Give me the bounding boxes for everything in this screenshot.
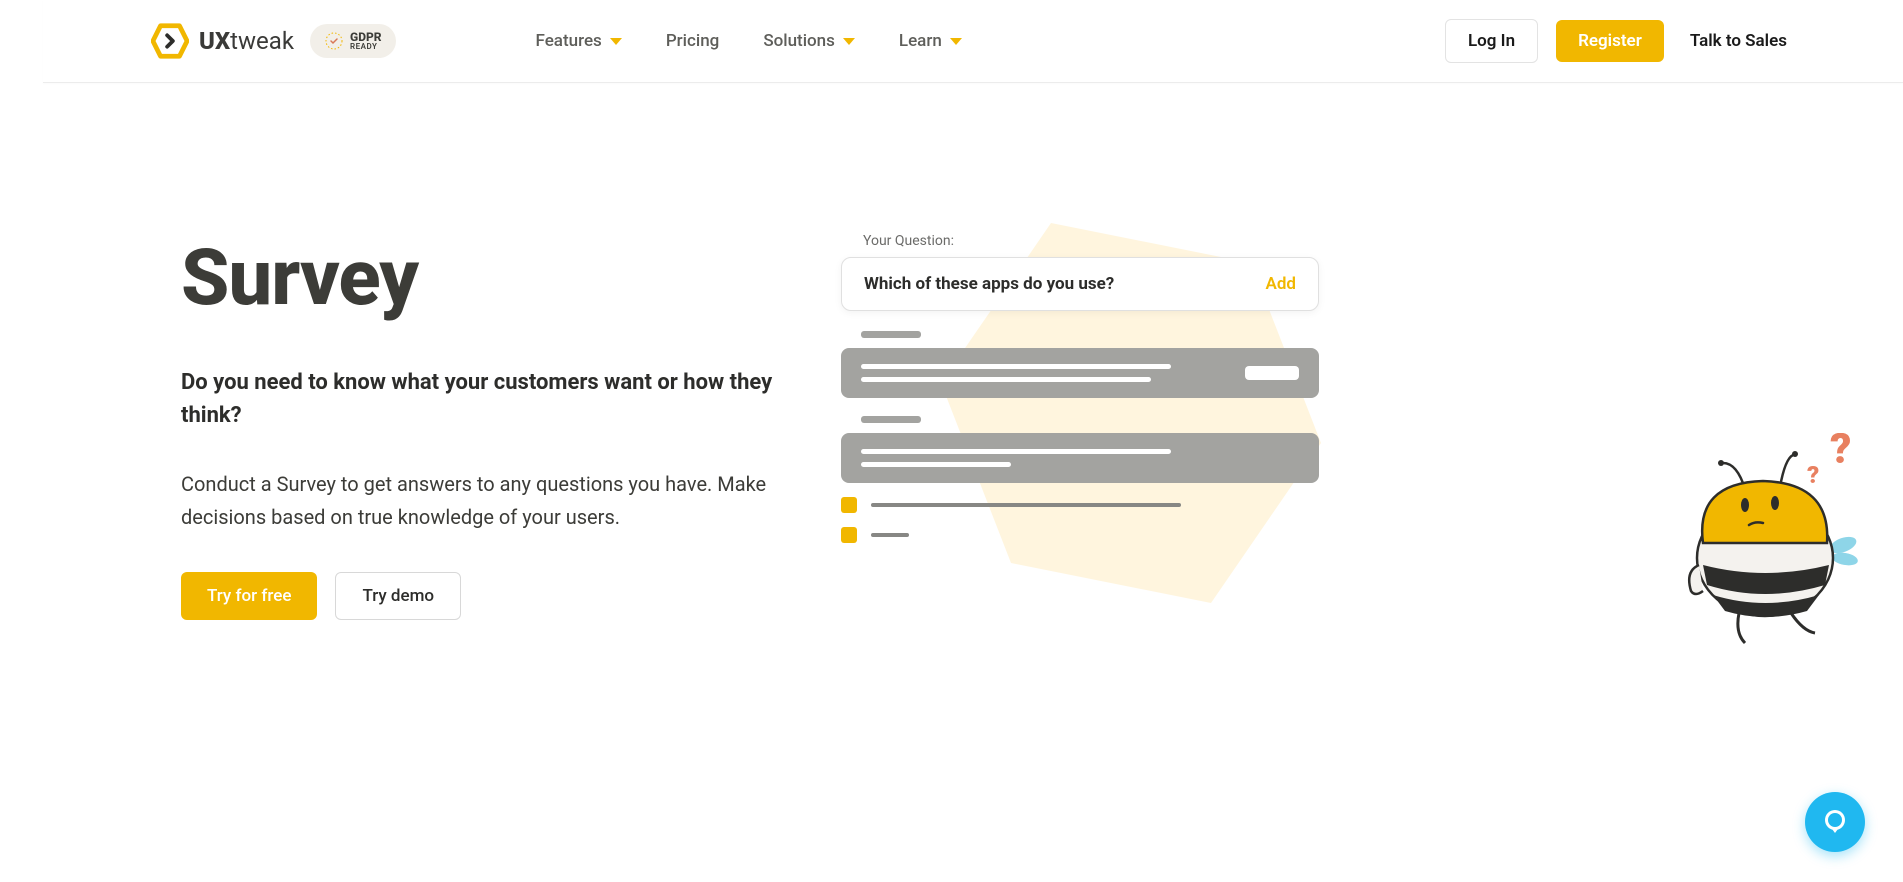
checkbox-icon [841, 497, 857, 513]
gdpr-stars-icon [324, 31, 344, 51]
placeholder-line [871, 503, 1181, 507]
checkbox-placeholder-row [841, 497, 1795, 513]
placeholder-box [841, 348, 1319, 398]
bee-illustration-icon: ? ? [1685, 433, 1875, 673]
logo-text: UXtweak [199, 27, 294, 55]
logo[interactable]: UXtweak [151, 22, 294, 60]
placeholder-label [861, 331, 921, 338]
nav-label: Pricing [666, 31, 720, 51]
nav-item-solutions[interactable]: Solutions [763, 31, 855, 51]
svg-text:?: ? [1830, 433, 1851, 474]
nav-label: Solutions [763, 31, 835, 51]
placeholder-box [841, 433, 1319, 483]
placeholder-label [861, 416, 921, 423]
caret-down-icon [843, 38, 855, 45]
hero-button-group: Try for free Try demo [181, 572, 801, 620]
try-demo-button[interactable]: Try demo [335, 572, 461, 620]
placeholder-line [861, 364, 1171, 369]
caret-down-icon [610, 38, 622, 45]
checkbox-placeholder-row [841, 527, 1795, 543]
placeholder-line [871, 533, 909, 537]
login-button[interactable]: Log In [1445, 19, 1538, 63]
placeholder-line [861, 377, 1151, 382]
register-button[interactable]: Register [1556, 20, 1664, 62]
question-text: Which of these apps do you use? [864, 274, 1114, 294]
logo-hex-icon [151, 22, 189, 60]
hero-subtitle: Do you need to know what your customers … [181, 366, 801, 432]
gdpr-sub-label: READY [350, 43, 382, 51]
question-label: Your Question: [863, 233, 1795, 249]
nav-item-pricing[interactable]: Pricing [666, 31, 720, 51]
question-input-mockup: Which of these apps do you use? Add [841, 257, 1319, 311]
nav-left-group: UXtweak GDPR READY [151, 22, 396, 60]
placeholder-block-1 [841, 331, 1795, 398]
main-navbar: UXtweak GDPR READY Features Pricing [43, 0, 1903, 83]
nav-item-features[interactable]: Features [536, 31, 622, 51]
placeholder-line [861, 462, 1011, 467]
placeholder-button [1245, 366, 1299, 380]
placeholder-block-2 [841, 416, 1795, 483]
nav-label: Learn [899, 31, 942, 51]
placeholder-line [861, 449, 1171, 454]
nav-center-menu: Features Pricing Solutions Learn [536, 31, 962, 51]
survey-mockup: Your Question: Which of these apps do yo… [841, 233, 1795, 543]
hero-section: Survey Do you need to know what your cus… [43, 83, 1903, 733]
chat-bubble-icon [1820, 807, 1850, 837]
try-free-button[interactable]: Try for free [181, 572, 317, 620]
hero-illustration: Your Question: Which of these apps do yo… [841, 233, 1795, 733]
nav-right-group: Log In Register Talk to Sales [1445, 19, 1795, 63]
chat-widget-button[interactable] [1805, 792, 1865, 852]
gdpr-badge: GDPR READY [310, 24, 396, 58]
bee-mascot: ? ? [1685, 433, 1875, 677]
add-label: Add [1266, 274, 1297, 294]
talk-to-sales-button[interactable]: Talk to Sales [1682, 20, 1795, 62]
hero-title: Survey [181, 233, 801, 324]
hero-content: Survey Do you need to know what your cus… [181, 233, 801, 733]
nav-label: Features [536, 31, 602, 51]
nav-item-learn[interactable]: Learn [899, 31, 962, 51]
hero-description: Conduct a Survey to get answers to any q… [181, 468, 801, 534]
svg-text:?: ? [1807, 461, 1819, 489]
checkbox-icon [841, 527, 857, 543]
caret-down-icon [950, 38, 962, 45]
